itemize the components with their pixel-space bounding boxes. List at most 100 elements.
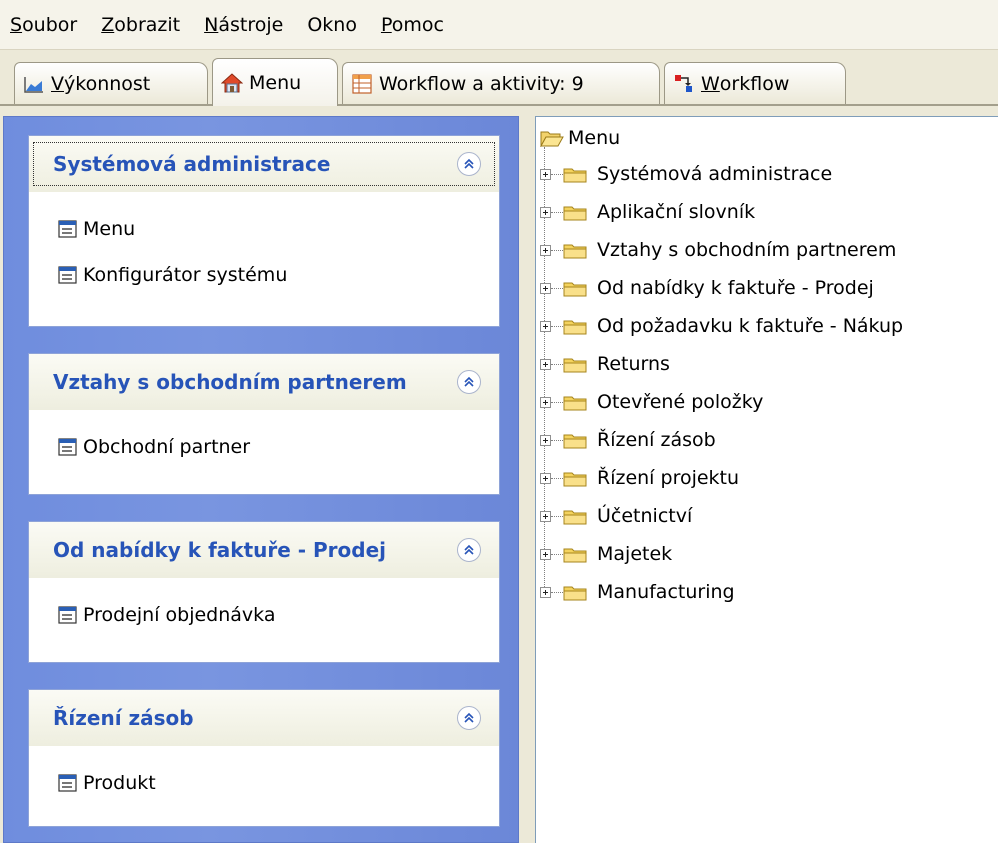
expand-icon[interactable]: [540, 320, 551, 332]
window-icon: [58, 606, 77, 624]
expand-icon[interactable]: [540, 548, 551, 560]
tree-node[interactable]: Řízení projektu: [540, 459, 995, 497]
menu-zobrazit[interactable]: Zobrazit: [89, 14, 192, 36]
expand-icon[interactable]: [540, 358, 551, 370]
tree-node-label: Řízení zásob: [597, 429, 716, 451]
expand-icon[interactable]: [540, 168, 551, 180]
folder-icon: [563, 320, 587, 335]
open-folder-icon: [540, 131, 564, 147]
group-title: Vztahy s obchodním partnerem: [53, 370, 407, 394]
tree-node[interactable]: Účetnictví: [540, 497, 995, 535]
menu-tree: Menu Systémová administrace Aplikační sl…: [535, 116, 998, 843]
group-header[interactable]: Systémová administrace: [29, 136, 499, 192]
group-link-label: Menu: [83, 218, 136, 240]
tab-menu[interactable]: Menu: [212, 58, 338, 106]
tab-mnemonic: V: [51, 72, 64, 95]
window-icon: [58, 438, 77, 456]
group-link[interactable]: Konfigurátor systému: [57, 252, 499, 298]
tree-node-label: Majetek: [597, 543, 673, 565]
group-header[interactable]: Vztahy s obchodním partnerem: [29, 354, 499, 410]
tree-node-label: Manufacturing: [597, 581, 735, 603]
group-header[interactable]: Řízení zásob: [29, 690, 499, 746]
folder-icon: [563, 282, 587, 297]
menu-soubor[interactable]: Soubor: [0, 14, 89, 36]
menu-mnemonic: Z: [101, 13, 115, 36]
focus-frame: [33, 142, 495, 186]
tree-node-label: Řízení projektu: [597, 467, 740, 489]
tree-node-label: Účetnictví: [597, 505, 693, 527]
menu-mnemonic: N: [204, 13, 219, 36]
group-link-label: Konfigurátor systému: [83, 264, 288, 286]
collapse-icon[interactable]: [457, 370, 481, 394]
group-quote-to-invoice: Od nabídky k faktuře - Prodej Prodejní o…: [28, 521, 500, 663]
group-link-label: Produkt: [83, 772, 156, 794]
group-business-partner: Vztahy s obchodním partnerem Obchodní pa…: [28, 353, 500, 495]
group-link[interactable]: Prodejní objednávka: [57, 592, 499, 638]
expand-icon[interactable]: [540, 510, 551, 522]
tree-node[interactable]: Returns: [540, 345, 995, 383]
group-body: Menu Konfigurátor systému: [29, 192, 499, 298]
menu-pomoc[interactable]: Pomoc: [369, 14, 456, 36]
folder-icon: [563, 434, 587, 449]
tree-node[interactable]: Systémová administrace: [540, 155, 995, 193]
folder-icon: [563, 244, 587, 259]
menu-okno[interactable]: Okno: [295, 14, 369, 36]
tab-workflow-activities[interactable]: Workflow a aktivity: 9: [342, 62, 660, 104]
tree-node-label: Aplikační slovník: [597, 201, 756, 223]
collapse-icon[interactable]: [457, 706, 481, 730]
group-link[interactable]: Obchodní partner: [57, 424, 499, 470]
group-body: Produkt: [29, 746, 499, 806]
tab-workflow[interactable]: Workflow: [664, 62, 846, 104]
expand-icon[interactable]: [540, 206, 551, 218]
tab-label: Menu: [249, 71, 302, 94]
expand-icon[interactable]: [540, 282, 551, 294]
tab-label: ýkonnost: [64, 72, 151, 95]
tree-node[interactable]: Od nabídky k faktuře - Prodej: [540, 269, 995, 307]
tree-node-label: Od požadavku k faktuře - Nákup: [597, 315, 904, 337]
tree-root[interactable]: Menu: [540, 125, 620, 151]
group-link-label: Prodejní objednávka: [83, 604, 276, 626]
tree-node[interactable]: Aplikační slovník: [540, 193, 995, 231]
collapse-icon[interactable]: [457, 538, 481, 562]
menu-label: oubor: [22, 13, 78, 36]
group-title: Od nabídky k faktuře - Prodej: [53, 538, 387, 562]
tree-node[interactable]: Řízení zásob: [540, 421, 995, 459]
tree-node-label: Otevřené položky: [597, 391, 764, 413]
tab-label: orkflow: [719, 72, 790, 95]
group-header[interactable]: Od nabídky k faktuře - Prodej: [29, 522, 499, 578]
tree-node[interactable]: Otevřené položky: [540, 383, 995, 421]
folder-icon: [563, 586, 587, 601]
tab-strip: Výkonnost Menu Workflow a aktivity: 9 Wo…: [0, 50, 998, 106]
group-link[interactable]: Produkt: [57, 760, 499, 806]
folder-icon: [563, 548, 587, 563]
tree-node-label: Vztahy s obchodním partnerem: [597, 239, 897, 261]
tab-performance[interactable]: Výkonnost: [14, 62, 208, 104]
tree-root-label: Menu: [568, 127, 621, 149]
expand-icon[interactable]: [540, 472, 551, 484]
tree-node[interactable]: Manufacturing: [540, 573, 995, 611]
tab-mnemonic: W: [701, 72, 720, 95]
folder-icon: [563, 206, 587, 221]
tree-node[interactable]: Majetek: [540, 535, 995, 573]
folder-icon: [563, 168, 587, 183]
group-link-label: Obchodní partner: [83, 436, 251, 458]
tree-node[interactable]: Od požadavku k faktuře - Nákup: [540, 307, 995, 345]
expand-icon[interactable]: [540, 244, 551, 256]
menu-mnemonic: S: [10, 13, 23, 36]
tree-node[interactable]: Vztahy s obchodním partnerem: [540, 231, 995, 269]
tab-label: Workflow a aktivity: 9: [379, 72, 584, 95]
expand-icon[interactable]: [540, 396, 551, 408]
task-panel: Systémová administrace Menu Konfigurátor…: [3, 116, 519, 843]
folder-icon: [563, 510, 587, 525]
menu-label: omoc: [391, 13, 444, 36]
window-icon: [58, 774, 77, 792]
folder-icon: [563, 396, 587, 411]
group-link[interactable]: Menu: [57, 206, 499, 252]
expand-icon[interactable]: [540, 586, 551, 598]
window-icon: [58, 220, 77, 238]
folder-icon: [563, 472, 587, 487]
menu-nastroje[interactable]: Nástroje: [192, 14, 295, 36]
workflow-icon: [675, 74, 692, 92]
group-body: Prodejní objednávka: [29, 578, 499, 638]
expand-icon[interactable]: [540, 434, 551, 446]
